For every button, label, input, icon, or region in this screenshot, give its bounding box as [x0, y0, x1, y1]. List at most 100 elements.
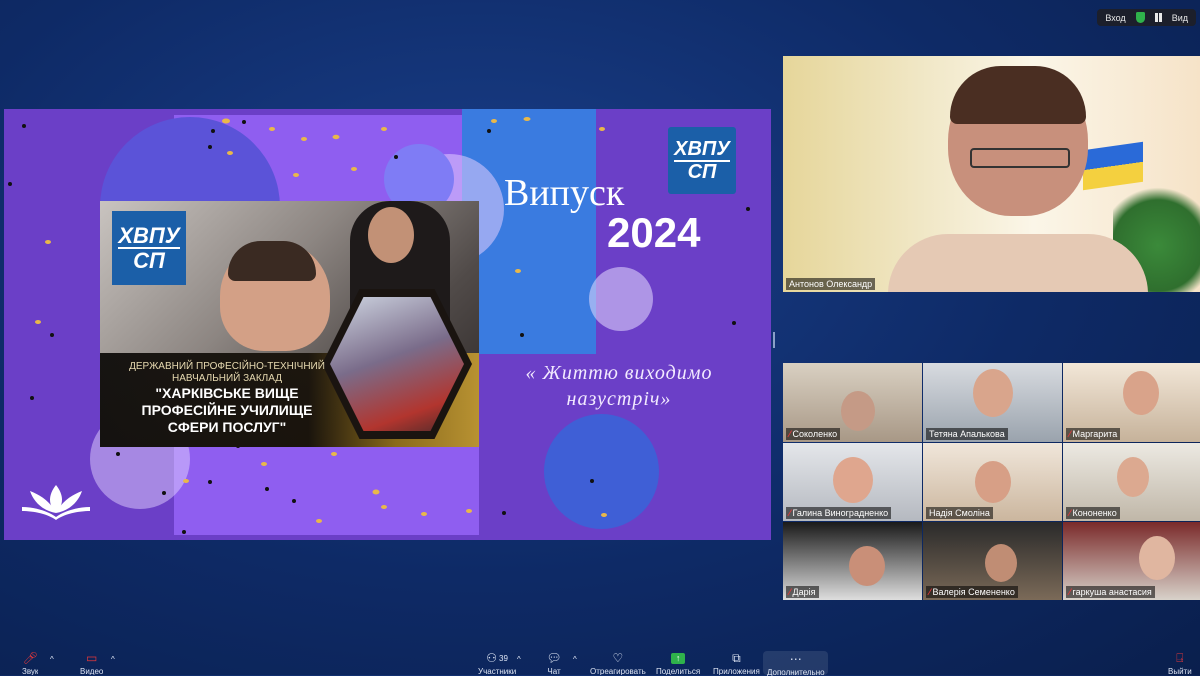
chat-button[interactable]: 💬︎ Чат [546, 651, 562, 676]
participant-name-label: Тетяна Апалькова [926, 428, 1008, 440]
apps-button[interactable]: ⧉ Приложения [713, 651, 760, 676]
apps-icon: ⧉ [732, 651, 741, 665]
participants-label: Участники [478, 667, 517, 675]
participant-figure [985, 544, 1017, 582]
participant-name: Галина Виноградненко [792, 508, 889, 518]
meeting-toolbar: 🎤︎ Звук ^ ▭ Видео ^ ⚇ 39 Участники ^ 💬︎ Ч… [0, 648, 1200, 676]
speaker-name-label: Антонов Олександр [786, 278, 876, 290]
muted-mic-icon: ⁄ [1069, 587, 1071, 597]
lotus-book-icon [22, 485, 90, 520]
participant-figure [849, 546, 885, 586]
chat-label: Чат [547, 667, 561, 675]
participant-name-label: ⁄ Маргарита [1066, 428, 1121, 440]
participant-name-label: ⁄ гаркуша анастасия [1066, 586, 1155, 598]
logo-text: ХВПУ [118, 223, 180, 249]
participants-options-chevron-icon[interactable]: ^ [517, 655, 521, 664]
slide-slogan: « Життю виходимо назустріч» [499, 360, 739, 412]
participant-name: Надія Смоліна [929, 508, 990, 518]
participant-tile[interactable]: ⁄ Кононенко [1063, 443, 1200, 521]
college-logo: ХВПУ СП [668, 127, 736, 194]
participant-name: гаркуша анастасия [1072, 587, 1152, 597]
participant-name: Соколенко [792, 429, 838, 439]
college-logo: ХВПУ СП [112, 211, 186, 285]
heart-icon: ♡ [612, 651, 624, 665]
participant-name-label: Надія Смоліна [926, 507, 993, 519]
muted-mic-icon: ⁄ [1069, 508, 1071, 518]
participant-tile[interactable]: ⁄ Соколенко [783, 363, 922, 442]
participants-count: 39 [499, 654, 508, 663]
participant-tile[interactable]: ⁄ Галина Виноградненко [783, 443, 922, 521]
institution-type-line: ДЕРЖАВНИЙ ПРОФЕСІЙНО-ТЕХНІЧНИЙ [129, 361, 325, 372]
participant-figure [1139, 536, 1175, 580]
split-divider-handle[interactable] [773, 332, 775, 348]
video-off-icon: ▭ [86, 651, 98, 665]
participant-figure [833, 457, 873, 503]
muted-mic-icon: ⁄ [789, 508, 791, 518]
participant-tile[interactable]: ⁄ гаркуша анастасия [1063, 522, 1200, 600]
participant-tile[interactable]: ⁄ Дарія [783, 522, 922, 600]
react-button[interactable]: ♡ Отреагировать [590, 651, 646, 676]
react-label: Отреагировать [590, 667, 646, 675]
share-screen-icon: ↑ [670, 652, 686, 665]
speaker-figure [888, 66, 1148, 292]
participant-figure [1123, 371, 1159, 415]
participant-figure [1117, 457, 1149, 497]
slogan-line: назустріч» [566, 388, 672, 410]
muted-mic-icon: ⁄ [789, 429, 791, 439]
video-options-chevron-icon[interactable]: ^ [111, 655, 115, 664]
enter-label: Вход [1105, 12, 1126, 23]
participant-tile[interactable]: Тетяна Апалькова [923, 363, 1062, 442]
view-button[interactable]: Вид [1172, 13, 1188, 23]
shared-screen-slide: ХВПУ СП ДЕРЖАВНИЙ ПРОФЕСІЙНО-ТЕХНІЧНИЙ Н… [4, 109, 771, 540]
muted-mic-icon: ⁄ [929, 587, 931, 597]
participants-button[interactable]: ⚇ 39 Участники [478, 651, 517, 676]
chat-icon: 💬︎ [546, 651, 562, 665]
view-grid-icon[interactable] [1154, 13, 1162, 22]
photo-figure [368, 207, 414, 263]
meeting-status-bar: Вход Вид [1097, 9, 1196, 26]
audio-label: Звук [22, 667, 39, 675]
participant-tile[interactable]: ⁄ Маргарита [1063, 363, 1200, 442]
encryption-shield-icon[interactable] [1135, 12, 1145, 23]
logo-text: ХВПУ [674, 137, 730, 162]
participant-figure [841, 391, 875, 431]
participant-name: Тетяна Апалькова [929, 429, 1005, 439]
video-label: Видео [80, 667, 104, 675]
participant-figure [975, 461, 1011, 503]
participant-figure [973, 369, 1013, 417]
video-button[interactable]: ▭ Видео [80, 651, 104, 676]
participant-name: Маргарита [1072, 429, 1118, 439]
more-options-icon: ⋯ [789, 652, 802, 666]
leave-label: Выйти [1168, 667, 1192, 675]
leave-icon: ⍈ [1176, 651, 1184, 665]
photo-figure [228, 241, 316, 281]
participant-tile[interactable]: Надія Смоліна [923, 443, 1062, 521]
audio-options-chevron-icon[interactable]: ^ [50, 655, 54, 664]
participant-tile[interactable]: ⁄ Валерія Семененко [923, 522, 1062, 600]
participants-icon: ⚇ 39 [486, 651, 508, 665]
apps-label: Приложения [713, 667, 760, 675]
active-speaker-video[interactable]: Антонов Олександр [783, 56, 1200, 292]
logo-text: СП [687, 160, 717, 183]
muted-mic-icon: ⁄ [1069, 429, 1071, 439]
leave-button[interactable]: ⍈ Выйти [1168, 651, 1192, 676]
share-screen-button[interactable]: ↑ Поделиться [656, 652, 700, 675]
institution-type-line: НАВЧАЛЬНИЙ ЗАКЛАД [171, 373, 283, 384]
participant-name-label: ⁄ Дарія [786, 586, 819, 598]
more-button[interactable]: ⋯ Дополнительно [763, 651, 828, 676]
institution-type: ДЕРЖАВНИЙ ПРОФЕСІЙНО-ТЕХНІЧНИЙ НАВЧАЛЬНИ… [112, 361, 342, 385]
college-photo-banner: ХВПУ СП ДЕРЖАВНИЙ ПРОФЕСІЙНО-ТЕХНІЧНИЙ Н… [100, 201, 479, 447]
participant-name: Дарія [792, 587, 816, 597]
logo-text: СП [133, 248, 165, 273]
share-label: Поделиться [656, 667, 701, 675]
slogan-line: « Життю виходимо [525, 362, 713, 384]
participant-name: Валерія Семененко [932, 587, 1015, 597]
muted-microphone-icon: 🎤︎ [22, 651, 38, 665]
muted-mic-icon: ⁄ [789, 587, 791, 597]
participant-name-label: ⁄ Галина Виноградненко [786, 507, 892, 519]
chat-options-chevron-icon[interactable]: ^ [573, 655, 577, 664]
institution-name-line: "ХАРКІВСЬКЕ ВИЩЕ [155, 385, 299, 401]
slide-year: 2024 [607, 209, 701, 256]
more-button-content: ⋯ Дополнительно [767, 653, 825, 676]
audio-button[interactable]: 🎤︎ Звук [22, 651, 39, 676]
